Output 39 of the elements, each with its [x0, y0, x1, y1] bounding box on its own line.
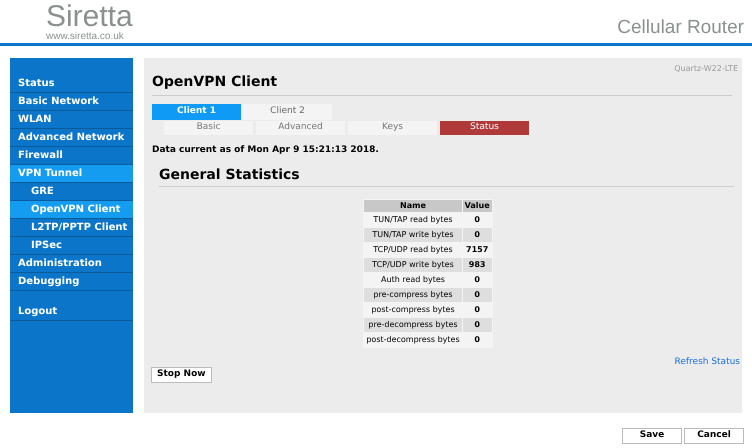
page-title: OpenVPN Client — [152, 72, 732, 96]
stop-now-button[interactable]: Stop Now — [151, 367, 212, 383]
table-cell: TUN/TAP write bytes — [364, 228, 462, 242]
table-cell: post-decompress bytes — [364, 332, 462, 346]
table-cell: 0 — [462, 228, 492, 242]
section-tab[interactable]: Keys — [348, 121, 437, 135]
sidebar-item[interactable]: Basic Network — [10, 93, 133, 111]
table-cell: pre-decompress bytes — [364, 318, 462, 332]
table-cell: 0 — [462, 288, 492, 302]
footer-button[interactable]: Cancel — [684, 428, 744, 444]
table-cell: 0 — [462, 318, 492, 332]
logo-url: www.siretta.co.uk — [46, 32, 125, 42]
sidebar-item[interactable]: OpenVPN Client — [10, 201, 133, 219]
column-header: Value — [462, 200, 492, 212]
column-header: Name — [364, 200, 462, 212]
sidebar-item[interactable]: Logout — [10, 303, 133, 321]
product-title: Cellular Router — [617, 16, 744, 40]
sidebar-item[interactable]: IPSec — [10, 237, 133, 255]
client-tab[interactable]: Client 1 — [152, 104, 241, 120]
section-tab[interactable]: Basic — [164, 121, 253, 135]
sidebar-item[interactable]: Advanced Network — [10, 129, 133, 147]
section-tab[interactable]: Status — [440, 121, 529, 135]
sidebar-item[interactable]: Administration — [10, 255, 133, 273]
sidebar-item[interactable]: Debugging — [10, 273, 133, 291]
client-tab[interactable]: Client 2 — [243, 104, 332, 120]
device-name: Quartz-W22-LTE — [674, 63, 738, 75]
table-cell: TCP/UDP write bytes — [364, 258, 462, 272]
data-timestamp: Data current as of Mon Apr 9 15:21:13 2018. — [152, 144, 380, 157]
table-cell: pre-compress bytes — [364, 288, 462, 302]
sidebar-item[interactable]: Status — [10, 75, 133, 93]
sidebar-item[interactable]: L2TP/PPTP Client — [10, 219, 133, 237]
sidebar-item[interactable]: VPN Tunnel — [10, 165, 133, 183]
logo: Siretta — [46, 2, 133, 32]
table-cell: 983 — [462, 258, 492, 272]
section-tab[interactable]: Advanced — [256, 121, 345, 135]
refresh-status-link[interactable]: Refresh Status — [674, 356, 740, 370]
sidebar-item[interactable]: WLAN — [10, 111, 133, 129]
footer-button[interactable]: Save — [622, 428, 682, 444]
section-title: General Statistics — [159, 164, 734, 186]
